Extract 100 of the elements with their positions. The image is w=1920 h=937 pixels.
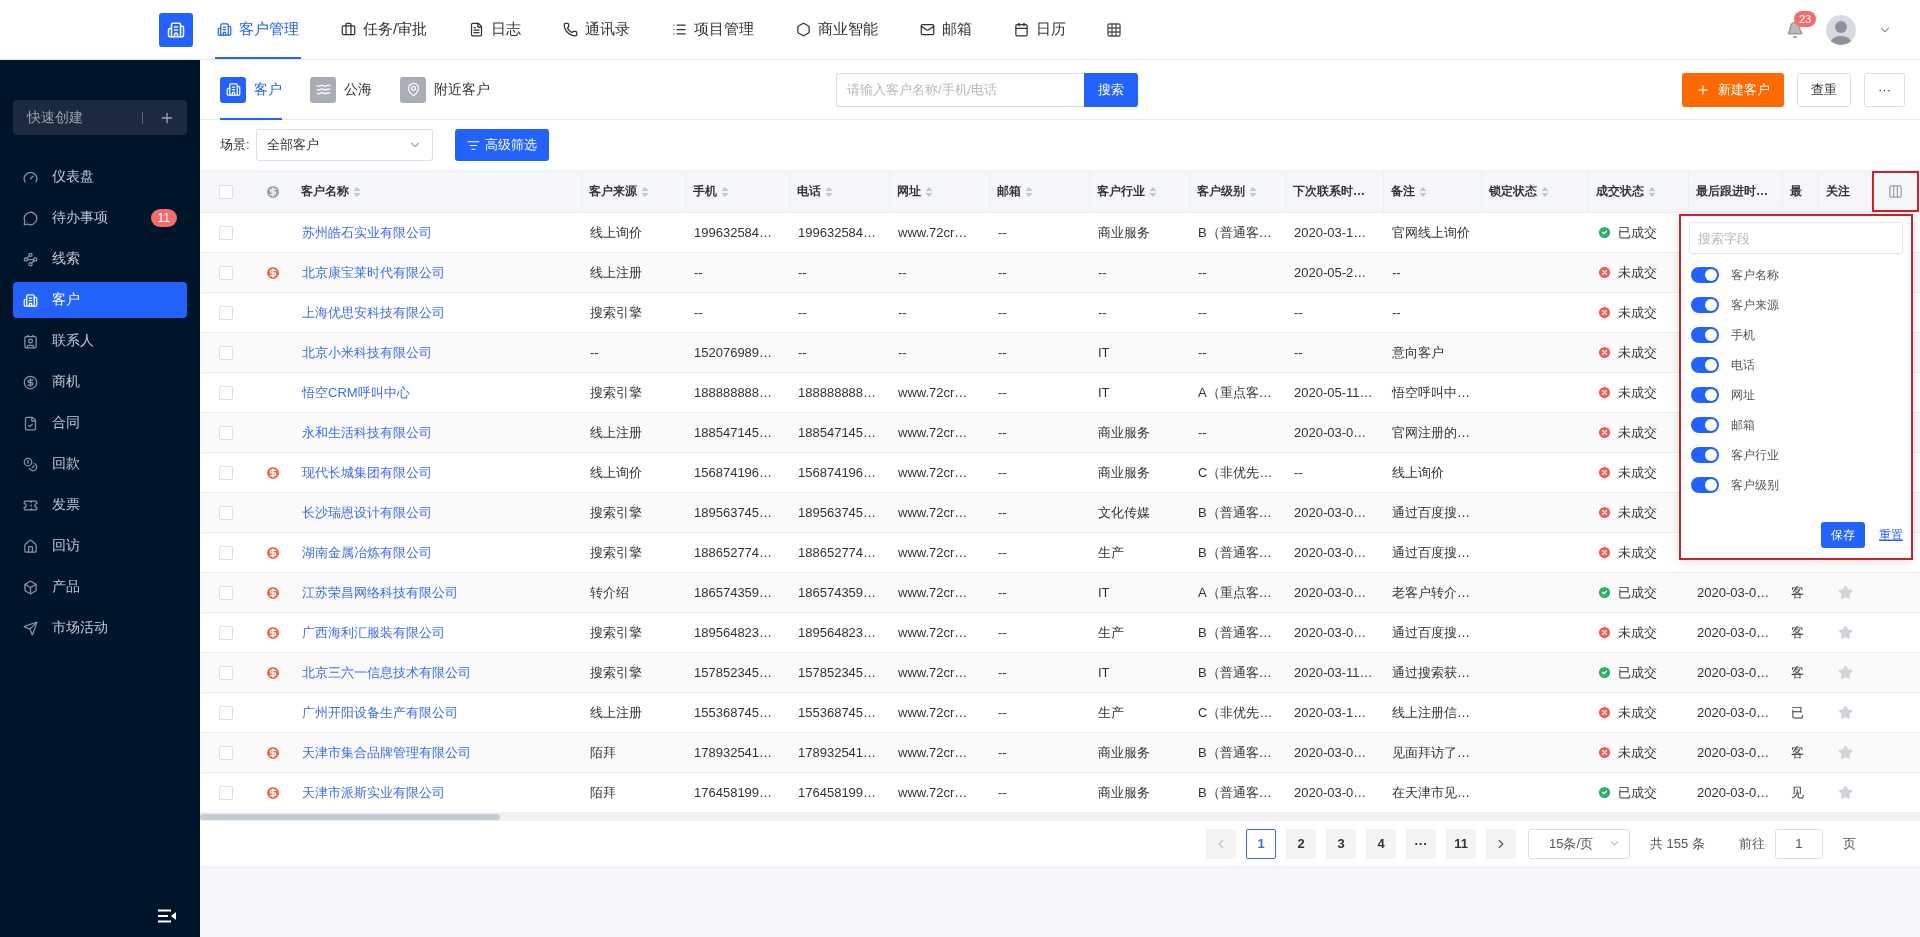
checkbox[interactable] bbox=[218, 305, 233, 320]
previous-page-button[interactable] bbox=[1206, 828, 1236, 859]
toggle-switch[interactable] bbox=[1691, 387, 1719, 403]
sort-icon[interactable] bbox=[825, 185, 833, 198]
sort-icon[interactable] bbox=[1648, 185, 1656, 198]
sidebar-item[interactable]: 待办事项 11 bbox=[13, 200, 187, 236]
sidebar-item[interactable]: 合同 bbox=[13, 405, 187, 441]
sidebar-item[interactable]: 联系人 bbox=[13, 323, 187, 359]
field-search-input[interactable]: 搜索字段 bbox=[1689, 222, 1903, 254]
nav-tab[interactable]: 商业智能 bbox=[794, 0, 881, 59]
customer-link[interactable]: 北京小米科技有限公司 bbox=[294, 333, 582, 372]
nav-tab[interactable]: 邮箱 bbox=[918, 0, 975, 59]
star-icon[interactable] bbox=[1838, 745, 1853, 760]
customer-link[interactable]: 江苏荣昌网络科技有限公司 bbox=[294, 573, 582, 612]
customer-link[interactable]: 广西海利汇服装有限公司 bbox=[294, 613, 582, 652]
sidebar-item[interactable]: 线索 bbox=[13, 241, 187, 277]
logo-icon[interactable] bbox=[159, 12, 193, 47]
page-button[interactable]: ··· bbox=[1406, 828, 1436, 859]
sidebar-item[interactable]: 发票 bbox=[13, 487, 187, 523]
customer-link[interactable]: 北京三六一信息技术有限公司 bbox=[294, 653, 582, 692]
dedupe-button[interactable]: 查重 bbox=[1797, 72, 1851, 107]
star-icon[interactable] bbox=[1838, 665, 1853, 680]
view-tab[interactable]: 附近客户 bbox=[400, 59, 490, 120]
star-icon[interactable] bbox=[1838, 625, 1853, 640]
customer-link[interactable]: 北京康宝莱时代有限公司 bbox=[294, 253, 582, 292]
customer-link[interactable]: 长沙瑞恩设计有限公司 bbox=[294, 493, 582, 532]
checkbox[interactable] bbox=[218, 665, 233, 680]
customer-link[interactable]: 苏州皓石实业有限公司 bbox=[294, 213, 582, 252]
page-size-select[interactable]: 15条/页 bbox=[1528, 828, 1630, 859]
sort-icon[interactable] bbox=[1025, 185, 1033, 198]
view-tab[interactable]: 公海 bbox=[310, 59, 372, 120]
checkbox[interactable] bbox=[218, 785, 233, 800]
toggle-switch[interactable] bbox=[1691, 417, 1719, 433]
page-button[interactable]: 11 bbox=[1446, 828, 1476, 859]
customer-link[interactable]: 悟空CRM呼叫中心 bbox=[294, 373, 582, 412]
checkbox[interactable] bbox=[218, 585, 233, 600]
sidebar-item[interactable]: 商机 bbox=[13, 364, 187, 400]
nav-tab[interactable]: 通讯录 bbox=[561, 0, 633, 59]
checkbox[interactable] bbox=[218, 425, 233, 440]
sort-icon[interactable] bbox=[353, 185, 361, 198]
sort-icon[interactable] bbox=[641, 185, 649, 198]
star-icon[interactable] bbox=[1838, 705, 1853, 720]
sort-icon[interactable] bbox=[925, 185, 933, 198]
checkbox[interactable] bbox=[218, 225, 233, 240]
page-button[interactable]: 3 bbox=[1326, 828, 1356, 859]
column-settings-button[interactable] bbox=[1872, 171, 1919, 212]
customer-link[interactable]: 上海优思安科技有限公司 bbox=[294, 293, 582, 332]
search-button[interactable]: 搜索 bbox=[1084, 72, 1138, 107]
quick-create-button[interactable]: 快速创建 bbox=[13, 100, 187, 135]
nav-tab[interactable]: 日志 bbox=[467, 0, 524, 59]
sidebar-item[interactable]: 产品 bbox=[13, 569, 187, 605]
sort-icon[interactable] bbox=[1419, 185, 1427, 198]
reset-link[interactable]: 重置 bbox=[1879, 526, 1903, 544]
nav-tab[interactable]: 项目管理 bbox=[670, 0, 757, 59]
checkbox[interactable] bbox=[218, 545, 233, 560]
sort-icon[interactable] bbox=[1249, 185, 1257, 198]
sort-icon[interactable] bbox=[721, 185, 729, 198]
page-button[interactable]: 1 bbox=[1246, 828, 1276, 859]
customer-link[interactable]: 广州开阳设备生产有限公司 bbox=[294, 693, 582, 732]
sort-icon[interactable] bbox=[1149, 185, 1157, 198]
search-field[interactable]: 请输入客户名称/手机/电话 bbox=[836, 72, 1084, 107]
toggle-switch[interactable] bbox=[1691, 297, 1719, 313]
more-button[interactable]: ··· bbox=[1864, 72, 1905, 107]
sidebar-item[interactable]: 回款 bbox=[13, 446, 187, 482]
star-icon[interactable] bbox=[1838, 785, 1853, 800]
horizontal-scrollbar[interactable] bbox=[200, 813, 1920, 821]
customer-link[interactable]: 天津市派斯实业有限公司 bbox=[294, 773, 582, 812]
sidebar-item[interactable]: 回访 bbox=[13, 528, 187, 564]
customer-link[interactable]: 永和生活科技有限公司 bbox=[294, 413, 582, 452]
checkbox[interactable] bbox=[218, 385, 233, 400]
toggle-switch[interactable] bbox=[1691, 477, 1719, 493]
sidebar-item[interactable]: 仪表盘 bbox=[13, 159, 187, 195]
checkbox[interactable] bbox=[218, 705, 233, 720]
toggle-switch[interactable] bbox=[1691, 267, 1719, 283]
checkbox[interactable] bbox=[218, 625, 233, 640]
page-input[interactable]: 1 bbox=[1774, 828, 1823, 859]
sort-icon[interactable] bbox=[1541, 185, 1549, 198]
avatar[interactable] bbox=[1826, 14, 1856, 45]
collapse-menu-icon[interactable] bbox=[157, 909, 177, 923]
customer-link[interactable]: 湖南金属冶炼有限公司 bbox=[294, 533, 582, 572]
sidebar-item[interactable]: 客户 bbox=[13, 282, 187, 318]
checkbox[interactable] bbox=[218, 465, 233, 480]
save-button[interactable]: 保存 bbox=[1821, 522, 1865, 548]
customer-link[interactable]: 天津市集合品牌管理有限公司 bbox=[294, 733, 582, 772]
sidebar-item[interactable]: 市场活动 bbox=[13, 610, 187, 646]
star-icon[interactable] bbox=[1838, 585, 1853, 600]
scrollbar-thumb[interactable] bbox=[200, 814, 500, 820]
checkbox[interactable] bbox=[218, 345, 233, 360]
page-button[interactable]: 2 bbox=[1286, 828, 1316, 859]
customer-link[interactable]: 现代长城集团有限公司 bbox=[294, 453, 582, 492]
view-tab[interactable]: 客户 bbox=[220, 59, 282, 120]
toggle-switch[interactable] bbox=[1691, 357, 1719, 373]
checkbox[interactable] bbox=[218, 184, 233, 199]
nav-tab[interactable]: 日历 bbox=[1012, 0, 1069, 59]
advanced-filter-button[interactable]: 高级筛选 bbox=[454, 129, 549, 161]
toggle-switch[interactable] bbox=[1691, 327, 1719, 343]
checkbox[interactable] bbox=[218, 505, 233, 520]
toggle-switch[interactable] bbox=[1691, 447, 1719, 463]
nav-tab[interactable]: 任务/审批 bbox=[339, 0, 430, 59]
scene-select[interactable]: 全部客户 bbox=[255, 129, 433, 161]
